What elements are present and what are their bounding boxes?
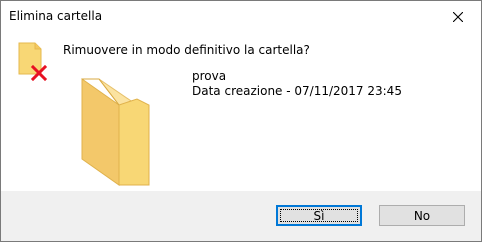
- button-bar: Sì No: [1, 191, 481, 241]
- title-bar[interactable]: Elimina cartella: [1, 1, 481, 32]
- folder-creation-date: Data creazione - 07/11/2017 23:45: [192, 84, 402, 98]
- close-icon: [453, 11, 463, 22]
- dialog-content: Rimuovere in modo definitivo la cartella…: [1, 32, 481, 191]
- confirmation-question: Rimuovere in modo definitivo la cartella…: [63, 43, 310, 57]
- folder-name: prova: [192, 69, 227, 83]
- no-button[interactable]: No: [379, 205, 465, 226]
- close-button[interactable]: [435, 1, 481, 32]
- delete-folder-dialog: Elimina cartella Rimuovere in modo defin…: [0, 0, 482, 242]
- no-button-label: No: [413, 208, 431, 223]
- folder-delete-icon: [18, 42, 48, 82]
- yes-button[interactable]: Sì: [276, 205, 362, 226]
- folder-icon: [81, 78, 150, 186]
- window-title: Elimina cartella: [9, 9, 103, 23]
- yes-button-label: Sì: [313, 208, 325, 223]
